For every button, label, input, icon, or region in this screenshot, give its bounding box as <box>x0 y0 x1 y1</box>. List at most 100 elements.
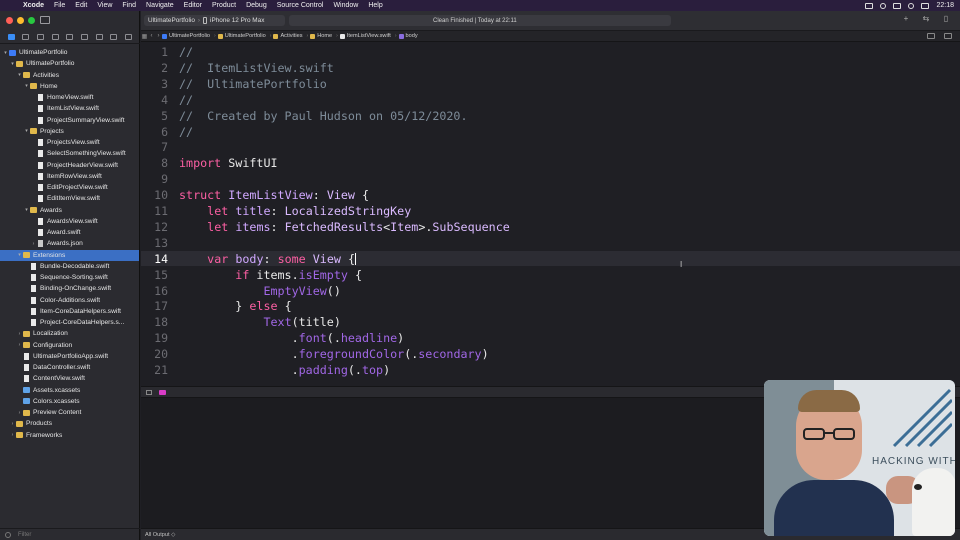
navigator-item[interactable]: Binding-OnChange.swift <box>0 283 139 294</box>
navigator-item[interactable]: UltimatePortfolioApp.swift <box>0 351 139 362</box>
related-items-icon[interactable]: ▦ <box>141 33 148 40</box>
inspectors-toggle-icon[interactable]: ▯ <box>942 15 950 23</box>
wifi-icon[interactable] <box>908 2 915 9</box>
navigator-item[interactable]: › Products <box>0 418 139 429</box>
navigator-item[interactable]: ▾ Home <box>0 81 139 92</box>
screen-record-icon[interactable] <box>865 2 874 9</box>
test-navigator-tab-icon[interactable] <box>81 34 89 40</box>
navigator-filter-field[interactable]: Filter <box>0 528 140 540</box>
navigator-item[interactable]: Bundle-Decodable.swift <box>0 261 139 272</box>
disclosure-closed-icon[interactable]: › <box>16 331 23 337</box>
navigator-item[interactable]: ▾ Awards <box>0 205 139 216</box>
breakpoints-toggle-icon[interactable] <box>159 390 166 395</box>
navigator-item[interactable]: › Configuration <box>0 340 139 351</box>
source-control-navigator-tab-icon[interactable] <box>22 34 30 40</box>
menu-product[interactable]: Product <box>207 2 241 9</box>
disclosure-open-icon[interactable]: ▾ <box>23 207 30 213</box>
menu-source-control[interactable]: Source Control <box>272 2 329 9</box>
navigator-item[interactable]: DataController.swift <box>0 362 139 373</box>
navigator-item[interactable]: Project-CoreDataHelpers.s... <box>0 317 139 328</box>
project-navigator-tab-icon[interactable] <box>7 34 15 40</box>
menu-view[interactable]: View <box>92 2 117 9</box>
editor-options-icon[interactable] <box>927 33 935 39</box>
menu-debug[interactable]: Debug <box>241 2 272 9</box>
menu-file[interactable]: File <box>49 2 70 9</box>
scheme-selector[interactable]: UltimatePortfolio › iPhone 12 Pro Max <box>144 15 285 26</box>
issue-navigator-tab-icon[interactable] <box>66 34 74 40</box>
navigator-item[interactable]: ▾ Projects <box>0 126 139 137</box>
navigator-item[interactable]: › Frameworks <box>0 430 139 441</box>
menu-find[interactable]: Find <box>117 2 141 9</box>
split-editor-icon[interactable] <box>944 33 952 39</box>
disclosure-closed-icon[interactable]: › <box>30 241 37 247</box>
navigator-item[interactable]: › Awards.json <box>0 238 139 249</box>
navigator-item[interactable]: ProjectHeaderView.swift <box>0 160 139 171</box>
minimize-window-button[interactable] <box>17 17 24 24</box>
disclosure-open-icon[interactable]: ▾ <box>2 50 9 56</box>
navigator-item[interactable]: Item-CoreDataHelpers.swift <box>0 306 139 317</box>
disclosure-closed-icon[interactable]: › <box>9 432 16 438</box>
disclosure-open-icon[interactable]: ▾ <box>16 252 23 258</box>
navigator-item[interactable]: SelectSomethingView.swift <box>0 148 139 159</box>
menu-navigate[interactable]: Navigate <box>141 2 179 9</box>
navigator-item[interactable]: ItemRowView.swift <box>0 171 139 182</box>
menu-window[interactable]: Window <box>328 2 363 9</box>
disclosure-open-icon[interactable]: ▾ <box>9 61 16 67</box>
navigator-item[interactable]: Award.swift <box>0 227 139 238</box>
menu-help[interactable]: Help <box>363 2 387 9</box>
navigator-item[interactable]: Color-Additions.swift <box>0 295 139 306</box>
breadcrumb-group[interactable]: UltimatePortfolio <box>217 33 266 39</box>
breadcrumb-project[interactable]: UltimatePortfolio <box>162 33 210 39</box>
menu-editor[interactable]: Editor <box>179 2 207 9</box>
menu-app-name[interactable]: Xcode <box>18 2 49 9</box>
zoom-window-button[interactable] <box>28 17 35 24</box>
navigator-item[interactable]: ProjectSummaryView.swift <box>0 115 139 126</box>
disclosure-open-icon[interactable]: ▾ <box>16 72 23 78</box>
navigator-item[interactable]: ▾ UltimatePortfolio <box>0 58 139 69</box>
bluetooth-icon[interactable] <box>880 2 887 9</box>
disclosure-closed-icon[interactable]: › <box>9 421 16 427</box>
go-back-icon[interactable]: ‹ <box>148 33 155 39</box>
navigator-item[interactable]: ▾ Activities <box>0 70 139 81</box>
add-library-icon[interactable]: + <box>902 15 910 23</box>
navigator-item[interactable]: ItemListView.swift <box>0 103 139 114</box>
disclosure-closed-icon[interactable]: › <box>16 410 23 416</box>
navigator-item[interactable]: AwardsView.swift <box>0 216 139 227</box>
close-window-button[interactable] <box>6 17 13 24</box>
control-center-icon[interactable] <box>921 2 930 9</box>
disclosure-open-icon[interactable]: ▾ <box>23 83 30 89</box>
breadcrumb-symbol[interactable]: body <box>398 33 418 39</box>
breadcrumb-file[interactable]: ItemListView.swift <box>339 33 391 39</box>
menu-edit[interactable]: Edit <box>70 2 92 9</box>
code-review-icon[interactable]: ⇆ <box>922 15 930 23</box>
breadcrumb-activities[interactable]: Activities <box>273 33 303 39</box>
navigator-item[interactable]: ▾ Extensions <box>0 249 139 261</box>
hide-debug-area-icon[interactable] <box>146 390 152 395</box>
disclosure-closed-icon[interactable]: › <box>16 342 23 348</box>
output-selector[interactable]: All Output ◇ <box>145 532 175 538</box>
battery-icon[interactable] <box>893 2 902 9</box>
navigator-item[interactable]: Colors.xcassets <box>0 396 139 407</box>
navigator-item[interactable]: EditItemView.swift <box>0 193 139 204</box>
navigator-item[interactable]: ProjectsView.swift <box>0 137 139 148</box>
breakpoint-navigator-tab-icon[interactable] <box>110 34 118 40</box>
report-navigator-tab-icon[interactable] <box>125 34 133 40</box>
navigator-item[interactable]: Sequence-Sorting.swift <box>0 272 139 283</box>
source-editor[interactable]: 1 // 2 // ItemListView.swift 3 // UltimatePor… <box>141 42 960 386</box>
sidebar-toggle-icon[interactable] <box>40 16 50 24</box>
breadcrumb-home[interactable]: Home <box>310 33 332 39</box>
code-line: .foregroundColor(.secondary) <box>179 347 489 361</box>
navigator-item[interactable]: › Localization <box>0 328 139 339</box>
find-navigator-tab-icon[interactable] <box>51 34 59 40</box>
symbol-navigator-tab-icon[interactable] <box>37 34 45 40</box>
go-forward-icon[interactable]: › <box>155 33 162 39</box>
debug-navigator-tab-icon[interactable] <box>95 34 103 40</box>
navigator-item[interactable]: HomeView.swift <box>0 92 139 103</box>
navigator-item[interactable]: ContentView.swift <box>0 373 139 384</box>
menubar-clock[interactable]: 22:18 <box>936 2 954 9</box>
disclosure-open-icon[interactable]: ▾ <box>23 128 30 134</box>
navigator-item[interactable]: EditProjectView.swift <box>0 182 139 193</box>
navigator-item[interactable]: › Preview Content <box>0 407 139 418</box>
navigator-item[interactable]: Assets.xcassets <box>0 385 139 396</box>
navigator-item[interactable]: ▾ UltimatePortfolio <box>0 47 139 58</box>
